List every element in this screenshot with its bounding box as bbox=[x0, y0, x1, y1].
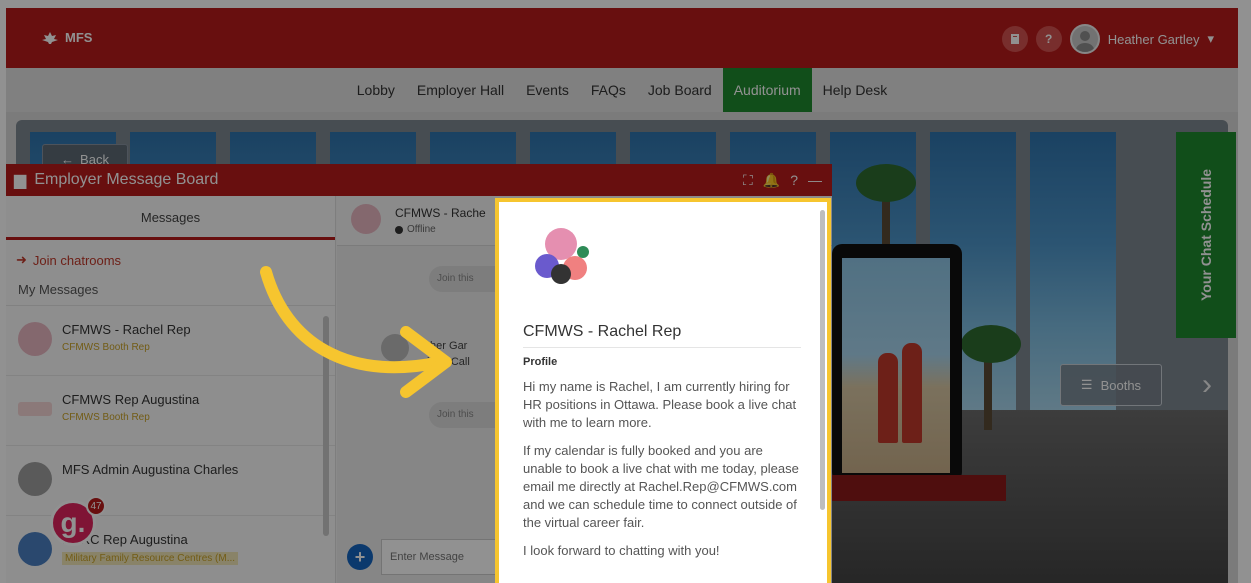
scrollbar[interactable] bbox=[820, 210, 825, 510]
profile-paragraph: Hi my name is Rachel, I am currently hir… bbox=[523, 379, 797, 430]
profile-paragraph: I look forward to chatting with you! bbox=[523, 543, 720, 558]
profile-section-label: Profile bbox=[523, 356, 558, 368]
profile-illustration-icon bbox=[535, 228, 589, 284]
profile-card: CFMWS - Rachel Rep Profile Hi my name is… bbox=[495, 198, 831, 583]
profile-name: CFMWS - Rachel Rep bbox=[523, 323, 801, 348]
profile-paragraph: If my calendar is fully booked and you a… bbox=[523, 443, 799, 530]
profile-content: CFMWS - Rachel Rep Profile Hi my name is… bbox=[499, 202, 825, 583]
arrow-annotation-icon bbox=[260, 266, 452, 398]
